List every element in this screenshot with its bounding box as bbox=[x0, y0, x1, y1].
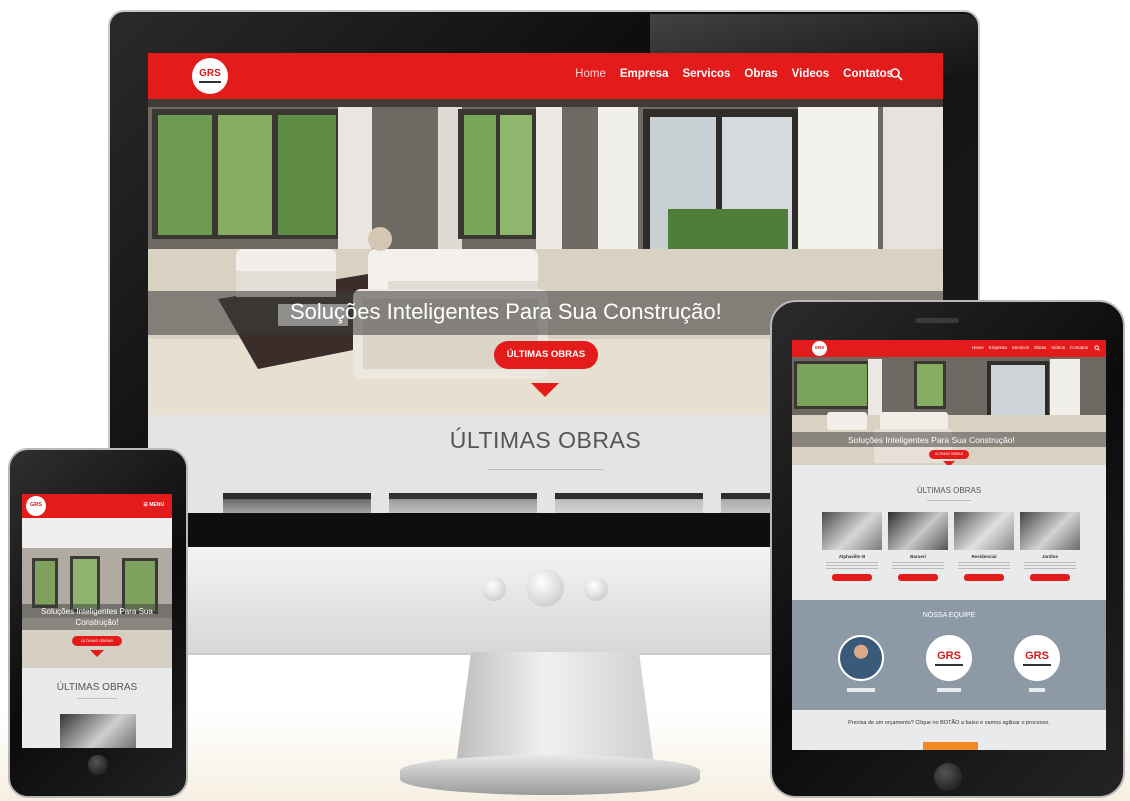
phone-hero-button[interactable]: ÚLTIMAS OBRAS bbox=[72, 636, 122, 646]
work-card-image bbox=[954, 512, 1014, 550]
logo-underline bbox=[199, 81, 221, 83]
tablet-scroll-down-arrow-icon[interactable] bbox=[943, 461, 955, 465]
work-card[interactable]: Barueri bbox=[888, 512, 948, 581]
tablet-works-grid: Alphaville III Barueri Residencial Jardi… bbox=[822, 512, 1080, 581]
work-card-button[interactable] bbox=[964, 574, 1004, 581]
nav-item-obras[interactable]: Obras bbox=[744, 68, 777, 80]
work-card-title: Residencial bbox=[971, 554, 997, 559]
work-card-button[interactable] bbox=[832, 574, 872, 581]
desktop-nav-menu: Home Empresa Servicos Obras Videos Conta… bbox=[575, 68, 893, 80]
work-card-description bbox=[826, 562, 878, 570]
team-member-name bbox=[919, 688, 979, 692]
phone-site-logo[interactable]: GRS bbox=[26, 496, 46, 516]
tablet-nav-item-empresa[interactable]: Empresa bbox=[989, 345, 1007, 350]
team-avatar-logo-underline bbox=[1023, 664, 1051, 666]
team-member-avatar: GRS bbox=[926, 635, 972, 681]
team-member-avatar bbox=[838, 635, 884, 681]
work-card-description bbox=[892, 562, 944, 570]
tablet-hero-room-image bbox=[792, 357, 1106, 465]
hero-latest-works-button[interactable]: ÚLTIMAS OBRAS bbox=[494, 341, 598, 369]
tablet-section-divider bbox=[927, 500, 971, 501]
tablet-hero-banner: Soluções Inteligentes Para Sua Construçã… bbox=[792, 357, 1106, 465]
phone-screen: GRS ☰ MENU Soluções Inteligentes Para Su… bbox=[22, 494, 172, 748]
tablet-logo-text: GRS bbox=[814, 345, 825, 351]
work-thumbnail[interactable] bbox=[389, 493, 537, 513]
phone-hero-title: Soluções Inteligentes Para Sua Construçã… bbox=[41, 607, 153, 627]
team-member-avatar: GRS bbox=[1014, 635, 1060, 681]
tablet-home-button[interactable] bbox=[934, 763, 962, 791]
nav-item-contatos[interactable]: Contatos bbox=[843, 68, 893, 80]
work-card[interactable]: Residencial bbox=[954, 512, 1014, 581]
team-title: NOSSA EQUIPE bbox=[922, 612, 976, 619]
monitor-stand-base bbox=[400, 755, 700, 795]
section-divider bbox=[488, 469, 603, 470]
tablet-speaker bbox=[915, 318, 959, 323]
tablet-nav-item-home[interactable]: Home bbox=[972, 345, 984, 350]
tablet-hero-button[interactable]: ÚLTIMAS OBRAS bbox=[929, 450, 969, 459]
tablet-nav-item-obras[interactable]: Obras bbox=[1034, 345, 1046, 350]
team-member-name-placeholder bbox=[937, 688, 961, 692]
team-avatar-logo-underline bbox=[935, 664, 963, 666]
work-card-title: Barueri bbox=[910, 554, 926, 559]
logo-text: GRS bbox=[199, 68, 221, 79]
team-member-name-placeholder bbox=[847, 688, 875, 692]
work-card-image bbox=[1020, 512, 1080, 550]
phone-hero-banner: Soluções Inteligentes Para Sua Construçã… bbox=[22, 518, 172, 668]
work-card-title: Alphaville III bbox=[838, 554, 866, 559]
team-avatar-logo-text: GRS bbox=[937, 650, 961, 662]
phone-work-thumbnail[interactable] bbox=[60, 714, 136, 748]
hero-title: Soluções Inteligentes Para Sua Construçã… bbox=[290, 299, 722, 324]
work-card-image bbox=[888, 512, 948, 550]
work-card[interactable]: Jardins bbox=[1020, 512, 1080, 581]
work-thumbnail[interactable] bbox=[555, 493, 703, 513]
team-member-name-placeholder bbox=[1029, 688, 1045, 692]
phone-latest-works-title: ÚLTIMAS OBRAS bbox=[56, 682, 138, 693]
phone-home-button[interactable] bbox=[88, 755, 108, 775]
chin-button-center bbox=[526, 569, 564, 607]
work-thumbnail[interactable] bbox=[223, 493, 371, 513]
team-member-name bbox=[831, 688, 891, 692]
work-card-image bbox=[822, 512, 882, 550]
chin-button-right bbox=[584, 577, 608, 601]
tablet-screen: GRS Home Empresa Servicos Obras Videos C… bbox=[792, 340, 1106, 750]
work-card-description bbox=[1024, 562, 1076, 570]
team-avatar-logo-text: GRS bbox=[1025, 650, 1049, 662]
phone-menu-button[interactable]: ☰ MENU bbox=[143, 502, 164, 508]
tablet-hero-title: Soluções Inteligentes Para Sua Construçã… bbox=[848, 435, 1015, 445]
work-card-button[interactable] bbox=[898, 574, 938, 581]
phone-navbar: GRS ☰ MENU bbox=[22, 494, 172, 518]
nav-item-videos[interactable]: Videos bbox=[792, 68, 830, 80]
tablet-nav-item-contatos[interactable]: Contatos bbox=[1070, 345, 1088, 350]
nav-item-home[interactable]: Home bbox=[575, 68, 606, 80]
site-logo[interactable]: GRS bbox=[192, 58, 228, 94]
tablet-site-logo[interactable]: GRS bbox=[812, 341, 827, 356]
tablet-search-icon[interactable] bbox=[1094, 345, 1100, 351]
team-member-name bbox=[1007, 688, 1067, 692]
tablet-nav-item-servicos[interactable]: Servicos bbox=[1012, 345, 1029, 350]
phone-scroll-down-arrow-icon[interactable] bbox=[90, 650, 104, 657]
quote-cta-button[interactable] bbox=[923, 742, 978, 750]
nav-item-servicos[interactable]: Servicos bbox=[682, 68, 730, 80]
tablet-nav-menu: Home Empresa Servicos Obras Videos Conta… bbox=[972, 345, 1088, 350]
phone-menu-label: MENU bbox=[149, 502, 164, 508]
phone-section-divider bbox=[77, 698, 117, 699]
nav-item-empresa[interactable]: Empresa bbox=[620, 68, 669, 80]
tablet-latest-works-title: ÚLTIMAS OBRAS bbox=[916, 486, 982, 495]
tablet-nav-item-videos[interactable]: Videos bbox=[1051, 345, 1065, 350]
chin-button-left bbox=[482, 577, 506, 601]
work-card-title: Jardins bbox=[1041, 554, 1058, 559]
work-card-button[interactable] bbox=[1030, 574, 1070, 581]
work-card[interactable]: Alphaville III bbox=[822, 512, 882, 581]
quote-cta-text: Precisa de um orçamento? Clique no BOTÃO… bbox=[848, 720, 1050, 726]
monitor-stand-neck bbox=[455, 652, 655, 772]
search-icon[interactable] bbox=[889, 67, 903, 81]
scroll-down-arrow-icon[interactable] bbox=[531, 383, 559, 397]
work-card-description bbox=[958, 562, 1010, 570]
tablet-navbar: GRS Home Empresa Servicos Obras Videos C… bbox=[792, 340, 1106, 357]
desktop-navbar: GRS Home Empresa Servicos Obras Videos C… bbox=[148, 53, 943, 99]
phone-logo-text: GRS bbox=[30, 502, 42, 509]
